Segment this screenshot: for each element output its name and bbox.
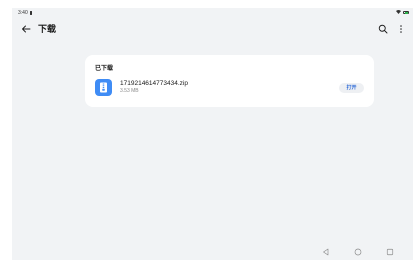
sim-card-icon: [29, 10, 32, 15]
status-right: [396, 9, 409, 16]
page-title: 下载: [38, 24, 57, 34]
device-frame: 3:40 下载 已下载 1719214614773434.zip 3.53 MB…: [0, 0, 417, 260]
file-name: 1719214614773434.zip: [120, 80, 188, 87]
nav-recents-icon[interactable]: [385, 247, 395, 257]
nav-home-icon[interactable]: [353, 247, 363, 257]
wifi-icon: [396, 9, 401, 16]
open-button[interactable]: 打开: [339, 82, 364, 93]
back-arrow-icon[interactable]: [20, 23, 32, 35]
screen: 3:40 下载 已下载 1719214614773434.zip 3.53 MB…: [12, 8, 413, 260]
app-bar-right: [377, 23, 407, 35]
battery-icon: [403, 10, 409, 15]
status-left: 3:40: [18, 10, 32, 16]
app-bar-left: 下载: [20, 22, 56, 35]
status-bar: 3:40: [12, 8, 413, 17]
file-size: 3.53 MB: [120, 88, 139, 94]
nav-back-icon[interactable]: [321, 247, 331, 257]
file-info: 1719214614773434.zip 3.53 MB: [120, 80, 339, 95]
list-item[interactable]: 1719214614773434.zip 3.53 MB 打开: [95, 79, 364, 96]
search-icon[interactable]: [377, 23, 389, 35]
zip-file-icon: [95, 79, 112, 96]
downloads-card: 已下载 1719214614773434.zip 3.53 MB 打开: [85, 55, 374, 107]
status-time: 3:40: [18, 9, 28, 16]
navigation-bar: [12, 244, 413, 260]
section-title: 已下载: [95, 66, 114, 72]
app-bar: 下载: [12, 17, 413, 40]
more-icon[interactable]: [395, 23, 407, 35]
